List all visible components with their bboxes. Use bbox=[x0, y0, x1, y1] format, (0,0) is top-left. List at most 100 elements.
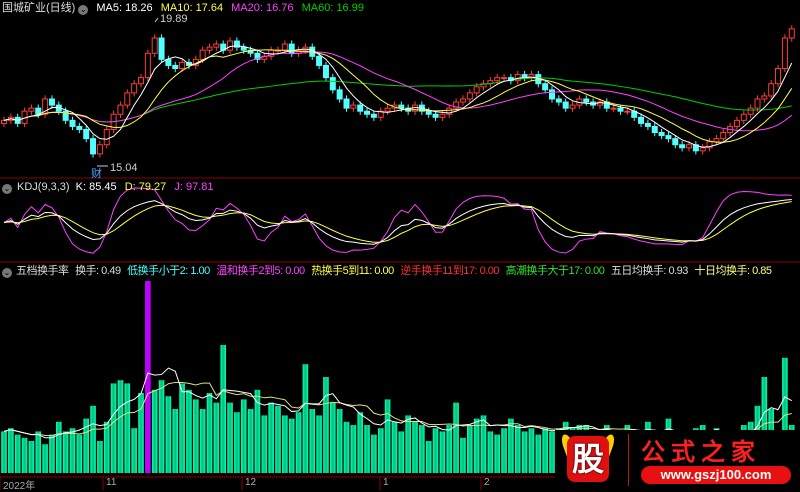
candle-body bbox=[651, 125, 658, 134]
candle-body bbox=[316, 55, 323, 66]
candle-body bbox=[281, 43, 288, 51]
turnover-bar bbox=[357, 412, 363, 473]
candle-body bbox=[357, 104, 364, 112]
logo-glyph: 股 bbox=[567, 436, 609, 482]
kdj-k-value: K: 85.45 bbox=[75, 181, 117, 193]
turnover-bar bbox=[8, 428, 14, 473]
avg5-turnover: 五日均换手: 0.93 bbox=[610, 265, 689, 277]
candle-body bbox=[781, 37, 788, 69]
candle-body bbox=[638, 116, 645, 124]
x-axis-label: 11 bbox=[106, 477, 117, 488]
candle-body bbox=[466, 92, 473, 100]
turnover-bar bbox=[206, 393, 213, 473]
turnover-bar bbox=[453, 402, 459, 473]
candle-body bbox=[658, 132, 665, 137]
turnover-bar bbox=[158, 380, 165, 473]
turnover-bar bbox=[288, 418, 295, 473]
kdj-d-line bbox=[3, 201, 792, 243]
turnover-bar bbox=[240, 399, 247, 473]
turnover-bar bbox=[213, 402, 220, 473]
hot-turnover: 热换手5到11: 0.00 bbox=[311, 265, 394, 277]
kdj-d-value: D: 79.27 bbox=[124, 181, 167, 193]
candle-body bbox=[288, 43, 295, 54]
turnover-bar bbox=[97, 441, 103, 473]
candle-body bbox=[165, 58, 172, 66]
turnover-bar bbox=[295, 412, 302, 473]
turnover-title: 五档换手率 bbox=[16, 265, 69, 277]
turnover-bar bbox=[371, 434, 377, 473]
turnover-bar bbox=[425, 441, 432, 473]
candle-body bbox=[28, 107, 35, 112]
candle-body bbox=[336, 89, 343, 100]
turnover-bar bbox=[480, 415, 487, 473]
stock-name: 国城矿业(日线) bbox=[2, 2, 76, 14]
candle-body bbox=[624, 110, 631, 113]
candle-body bbox=[343, 98, 350, 109]
candle-body bbox=[569, 104, 576, 109]
candle-body bbox=[761, 95, 768, 100]
candle-body bbox=[740, 113, 747, 121]
turnover-bar bbox=[528, 428, 535, 473]
turnover-bar bbox=[419, 425, 425, 473]
turnover-bar bbox=[14, 434, 21, 473]
candle-body bbox=[679, 144, 686, 149]
turnover-bar bbox=[145, 281, 151, 473]
candle-body bbox=[432, 113, 439, 118]
finance-marker[interactable]: 财 bbox=[91, 165, 102, 181]
candle-body bbox=[90, 138, 97, 155]
candle-body bbox=[151, 37, 158, 54]
high-pointer bbox=[154, 17, 159, 23]
candle-body bbox=[322, 64, 329, 79]
candle-body bbox=[138, 77, 144, 85]
candle-body bbox=[720, 132, 727, 140]
turnover-bar bbox=[384, 399, 391, 473]
turnover-bar bbox=[309, 409, 316, 473]
turnover-bar bbox=[391, 421, 398, 473]
turnover-bar bbox=[542, 428, 548, 473]
turnover-legend: ⌄ 五档换手率 换手: 0.49 低换手小于2: 1.00 温和换手2到5: 0.… bbox=[2, 264, 776, 278]
turnover-bar bbox=[199, 409, 206, 473]
stock-chart-canvas[interactable] bbox=[0, 0, 800, 490]
candle-body bbox=[672, 138, 679, 146]
candle-body bbox=[384, 107, 391, 112]
candle-body bbox=[117, 104, 124, 115]
turnover-bar bbox=[42, 444, 48, 473]
turnover-bar bbox=[432, 428, 439, 473]
turnover-bar bbox=[234, 412, 240, 473]
candle-body bbox=[542, 83, 549, 91]
candle-body bbox=[350, 104, 357, 109]
candle-body bbox=[206, 46, 213, 51]
dropdown-icon[interactable]: ⌄ bbox=[2, 184, 12, 194]
candle-body bbox=[1, 119, 7, 124]
turnover-bar bbox=[28, 441, 35, 473]
candle-body bbox=[788, 28, 795, 39]
kdj-j-value: J: 97.81 bbox=[174, 181, 214, 193]
candle-body bbox=[610, 107, 617, 110]
kdj-legend: ⌄ KDJ(9,3,3) K: 85.45 D: 79.27 J: 97.81 bbox=[2, 180, 218, 194]
turnover-bar bbox=[494, 434, 500, 473]
candle-body bbox=[713, 138, 720, 143]
turnover-bar bbox=[336, 409, 343, 473]
turnover-bar bbox=[193, 399, 199, 473]
turnover-bar bbox=[227, 402, 233, 473]
candle-body bbox=[686, 144, 692, 149]
candle-body bbox=[555, 98, 562, 103]
candle-body bbox=[96, 144, 103, 155]
candle-body bbox=[329, 77, 336, 91]
turnover-bar bbox=[62, 431, 69, 473]
turnover-bar bbox=[21, 437, 28, 473]
turnover-bar bbox=[377, 428, 384, 473]
avg10-turnover: 十日均换手: 0.85 bbox=[694, 265, 772, 277]
turnover-bar bbox=[110, 383, 117, 473]
candle-body bbox=[83, 128, 90, 140]
dropdown-icon[interactable]: ⌄ bbox=[78, 5, 89, 15]
turnover-bar bbox=[316, 415, 322, 473]
candle-body bbox=[747, 107, 754, 115]
turnover-bar bbox=[90, 405, 96, 473]
dropdown-icon[interactable]: ⌄ bbox=[2, 268, 12, 278]
candle-body bbox=[240, 46, 247, 51]
ma60-value: MA60: 16.99 bbox=[301, 2, 364, 14]
x-axis-label: 12 bbox=[245, 477, 257, 488]
candle-body bbox=[473, 86, 480, 94]
x-axis-label: 2 bbox=[484, 477, 490, 488]
